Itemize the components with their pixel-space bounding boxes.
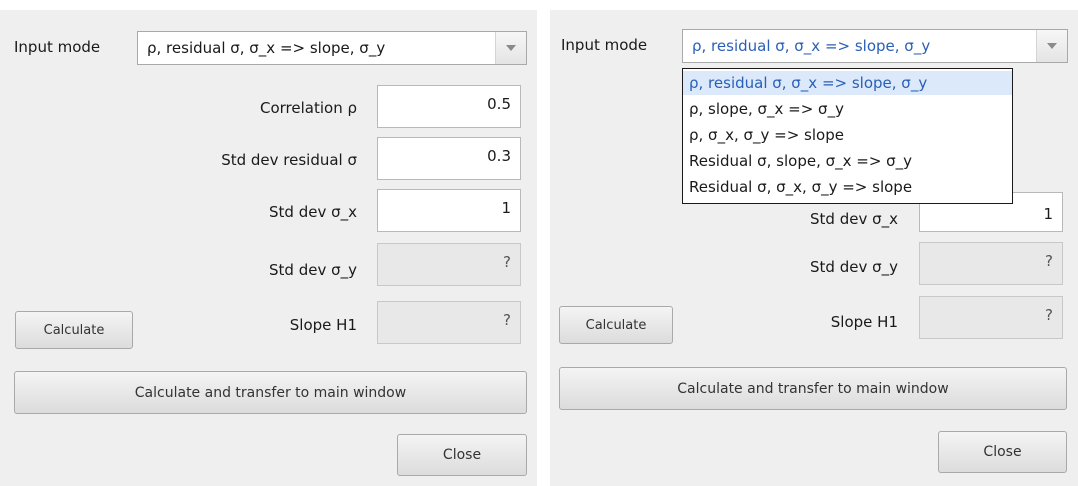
close-button[interactable]: Close [397, 434, 527, 476]
input-mode-value: ρ, residual σ, σ_x => slope, σ_y [692, 37, 931, 55]
slope-label: Slope H1 [830, 313, 898, 331]
residual-sigma-label: Std dev residual σ [221, 151, 357, 169]
sigma-x-value: 1 [1043, 205, 1053, 223]
dropdown-option[interactable]: ρ, slope, σ_x => σ_y [683, 97, 1012, 121]
sigma-x-value: 1 [501, 199, 511, 217]
chevron-down-icon[interactable] [1036, 30, 1067, 62]
dropdown-option[interactable]: Residual σ, slope, σ_x => σ_y [683, 149, 1012, 173]
input-mode-select[interactable]: ρ, residual σ, σ_x => slope, σ_y [137, 31, 527, 65]
sigma-y-output: ? [377, 243, 521, 286]
residual-sigma-input[interactable]: 0.3 [377, 137, 521, 180]
input-mode-label: Input mode [561, 36, 648, 54]
sigma-y-value: ? [1045, 252, 1053, 270]
close-button[interactable]: Close [938, 431, 1067, 473]
calculate-button[interactable]: Calculate [559, 306, 673, 344]
correlation-label: Correlation ρ [259, 99, 357, 117]
input-mode-select[interactable]: ρ, residual σ, σ_x => slope, σ_y [682, 29, 1068, 63]
input-mode-value: ρ, residual σ, σ_x => slope, σ_y [147, 39, 386, 57]
chevron-down-icon[interactable] [495, 32, 526, 64]
slope-output: ? [377, 301, 521, 344]
calculate-transfer-button[interactable]: Calculate and transfer to main window [14, 371, 527, 414]
residual-sigma-value: 0.3 [487, 147, 511, 165]
dropdown-option[interactable]: Residual σ, σ_x, σ_y => slope [683, 175, 1012, 199]
input-mode-label: Input mode [14, 38, 101, 56]
sigma-y-value: ? [503, 253, 511, 271]
dropdown-option[interactable]: ρ, σ_x, σ_y => slope [683, 123, 1012, 147]
dropdown-option[interactable]: ρ, residual σ, σ_x => slope, σ_y [683, 71, 1012, 95]
sigma-x-label: Std dev σ_x [810, 210, 898, 228]
sigma-x-input[interactable]: 1 [377, 189, 521, 232]
slope-output: ? [919, 296, 1063, 339]
correlation-value: 0.5 [487, 95, 511, 113]
correlation-input[interactable]: 0.5 [377, 85, 521, 128]
input-mode-dropdown-list: ρ, residual σ, σ_x => slope, σ_y ρ, slop… [682, 68, 1013, 204]
sigma-y-label: Std dev σ_y [810, 258, 898, 276]
slope-value: ? [503, 311, 511, 329]
sigma-y-label: Std dev σ_y [269, 261, 357, 279]
sigma-x-label: Std dev σ_x [269, 203, 357, 221]
slope-label: Slope H1 [289, 316, 357, 334]
calculate-transfer-button[interactable]: Calculate and transfer to main window [559, 367, 1067, 410]
sigma-y-output: ? [919, 242, 1063, 285]
calculate-button[interactable]: Calculate [15, 311, 133, 349]
slope-value: ? [1045, 306, 1053, 324]
